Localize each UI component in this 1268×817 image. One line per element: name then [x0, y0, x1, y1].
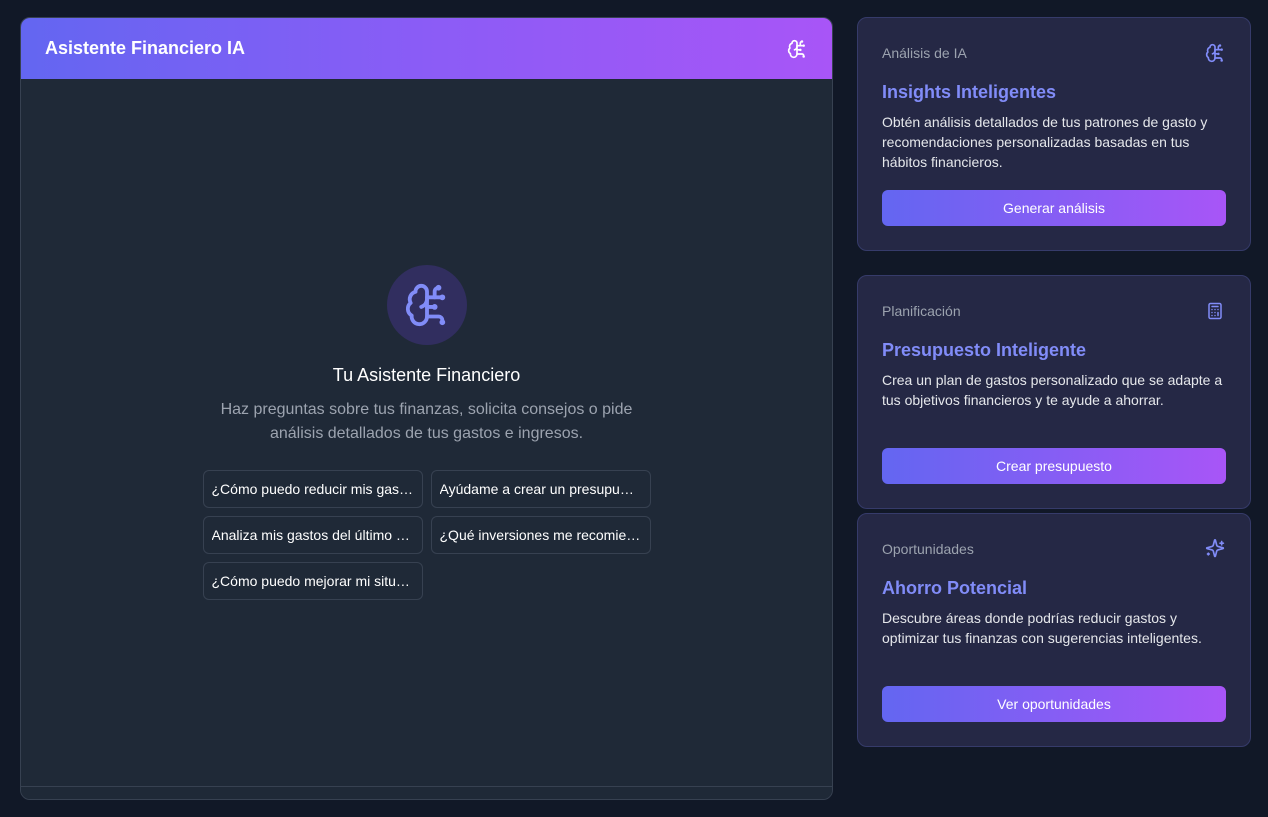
chat-title: Asistente Financiero IA	[45, 38, 246, 58]
suggestion-button[interactable]: ¿Qué inversiones me recomiendas?	[430, 516, 651, 554]
chat-header: Asistente Financiero IA	[21, 18, 832, 79]
card-category: Análisis de IA	[882, 45, 967, 61]
card-description: Obtén análisis detallados de tus patrone…	[882, 114, 1208, 170]
suggestion-label: ¿Cómo puedo mejorar mi situación financi…	[211, 573, 414, 589]
suggestion-label: Ayúdame a crear un presupuesto	[439, 481, 642, 497]
suggestion-label: ¿Cómo puedo reducir mis gastos mensuales…	[211, 481, 414, 497]
welcome-subtitle: Haz preguntas sobre tus finanzas, solici…	[220, 401, 633, 442]
brain-circuit-icon	[786, 38, 808, 60]
card-description: Crea un plan de gastos personalizado que…	[882, 372, 1223, 408]
card-title: Presupuesto Inteligente	[882, 340, 1087, 360]
suggestion-button[interactable]: Ayúdame a crear un presupuesto	[430, 470, 651, 508]
create-budget-button[interactable]: Crear presupuesto	[882, 448, 1226, 484]
brain-circuit-icon	[386, 265, 467, 345]
brain-circuit-icon	[1204, 42, 1226, 64]
view-opportunities-button[interactable]: Ver oportunidades	[882, 686, 1226, 722]
card-category: Oportunidades	[882, 541, 974, 557]
welcome-title: Tu Asistente Financiero	[332, 365, 521, 385]
suggestion-button[interactable]: ¿Cómo puedo reducir mis gastos mensuales…	[202, 470, 423, 508]
generate-analysis-button[interactable]: Generar análisis	[882, 190, 1226, 226]
suggestion-label: Analiza mis gastos del último mes	[211, 527, 414, 543]
chat-panel: Asistente Financiero IA Tu Asistente Fin…	[20, 17, 833, 800]
budget-card: Planificación Presupuesto Inteligente Cr…	[857, 275, 1251, 509]
savings-card: Oportunidades Ahorro Potencial Descubre …	[857, 513, 1251, 747]
suggestion-button[interactable]: ¿Cómo puedo mejorar mi situación financi…	[202, 562, 423, 600]
card-category: Planificación	[882, 303, 961, 319]
calculator-icon	[1204, 300, 1226, 322]
insights-card: Análisis de IA Insights Inteligentes Obt…	[857, 17, 1251, 251]
suggestion-label: ¿Qué inversiones me recomiendas?	[439, 527, 642, 543]
suggestion-list: ¿Cómo puedo reducir mis gastos mensuales…	[202, 470, 651, 600]
card-title: Ahorro Potencial	[882, 578, 1028, 598]
welcome-section: Tu Asistente Financiero Haz preguntas so…	[21, 265, 832, 600]
card-title: Insights Inteligentes	[882, 82, 1057, 102]
suggestion-button[interactable]: Analiza mis gastos del último mes	[202, 516, 423, 554]
sparkles-icon	[1204, 538, 1226, 560]
chat-input-bar	[21, 786, 832, 799]
card-description: Descubre áreas donde podrías reducir gas…	[882, 610, 1202, 646]
chat-messages-area: Tu Asistente Financiero Haz preguntas so…	[21, 79, 832, 786]
